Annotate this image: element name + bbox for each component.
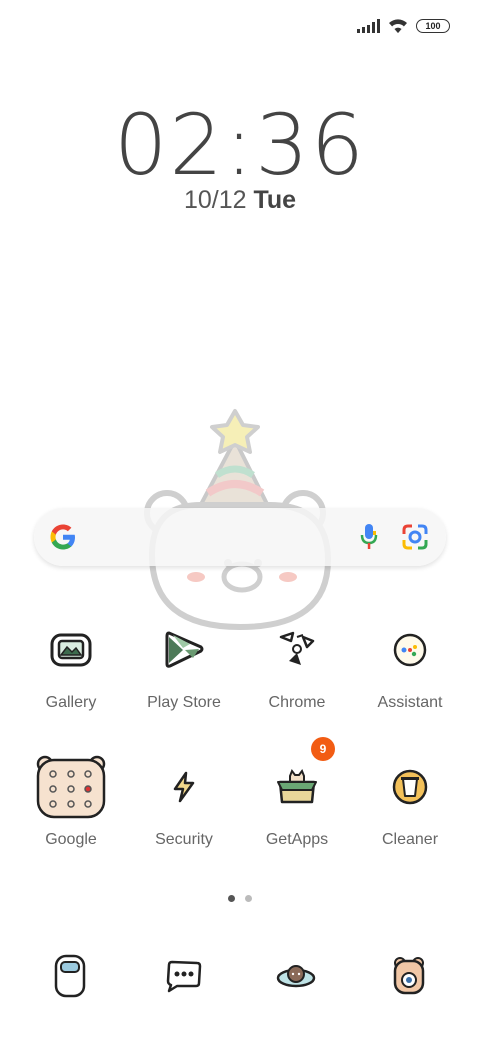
app-google-folder[interactable]: Google <box>16 751 126 849</box>
app-gallery[interactable]: Gallery <box>16 614 126 712</box>
app-label: Security <box>155 831 213 848</box>
camera-icon <box>393 957 425 995</box>
phone-icon <box>54 954 86 998</box>
app-label: Chrome <box>268 694 326 711</box>
dock-messages[interactable] <box>153 946 213 1006</box>
app-cleaner[interactable]: Cleaner <box>355 751 465 849</box>
notification-badge: 9 <box>311 737 335 761</box>
home-screen: 100 02:36 10/12 Tue Gallery Play Store C… <box>0 0 480 1040</box>
page-dot-active[interactable] <box>228 895 235 902</box>
dock-camera[interactable] <box>379 946 439 1006</box>
app-label: Cleaner <box>381 831 439 848</box>
day-of-week: Tue <box>253 186 297 214</box>
getapps-icon: 9 <box>261 737 335 823</box>
chrome-icon <box>261 614 333 686</box>
cleaner-icon <box>374 751 446 823</box>
dock-phone[interactable] <box>40 946 100 1006</box>
app-assistant[interactable]: Assistant <box>355 614 465 712</box>
dock-browser[interactable] <box>266 946 326 1006</box>
google-folder-icon <box>35 751 107 823</box>
play-store-icon <box>148 614 220 686</box>
page-indicator <box>0 895 480 902</box>
google-g-icon <box>50 524 75 550</box>
app-label: Gallery <box>45 694 97 711</box>
gallery-icon <box>35 614 107 686</box>
app-label: Assistant <box>377 694 443 711</box>
security-icon <box>148 751 220 823</box>
clock-time[interactable]: 02:36 <box>0 96 480 194</box>
signal-icon <box>357 19 380 33</box>
app-chrome[interactable]: Chrome <box>242 614 352 712</box>
app-label: Play Store <box>147 694 221 711</box>
google-search-bar[interactable] <box>34 508 446 566</box>
mic-icon[interactable] <box>360 523 378 551</box>
wifi-icon <box>389 19 407 33</box>
app-label: GetApps <box>265 831 329 848</box>
app-getapps[interactable]: 9 GetApps <box>242 737 352 849</box>
app-security[interactable]: Security <box>129 751 239 849</box>
app-label: Google <box>45 831 97 848</box>
clock-date[interactable]: 10/12 Tue <box>0 186 480 215</box>
status-bar: 100 <box>357 18 450 34</box>
messages-icon <box>166 960 202 993</box>
page-dot[interactable] <box>245 895 252 902</box>
lens-icon[interactable] <box>402 524 428 550</box>
app-play-store[interactable]: Play Store <box>129 614 239 712</box>
browser-icon <box>276 965 316 988</box>
battery-indicator: 100 <box>416 19 450 33</box>
assistant-icon <box>374 614 446 686</box>
date-text: 10/12 <box>183 186 247 214</box>
